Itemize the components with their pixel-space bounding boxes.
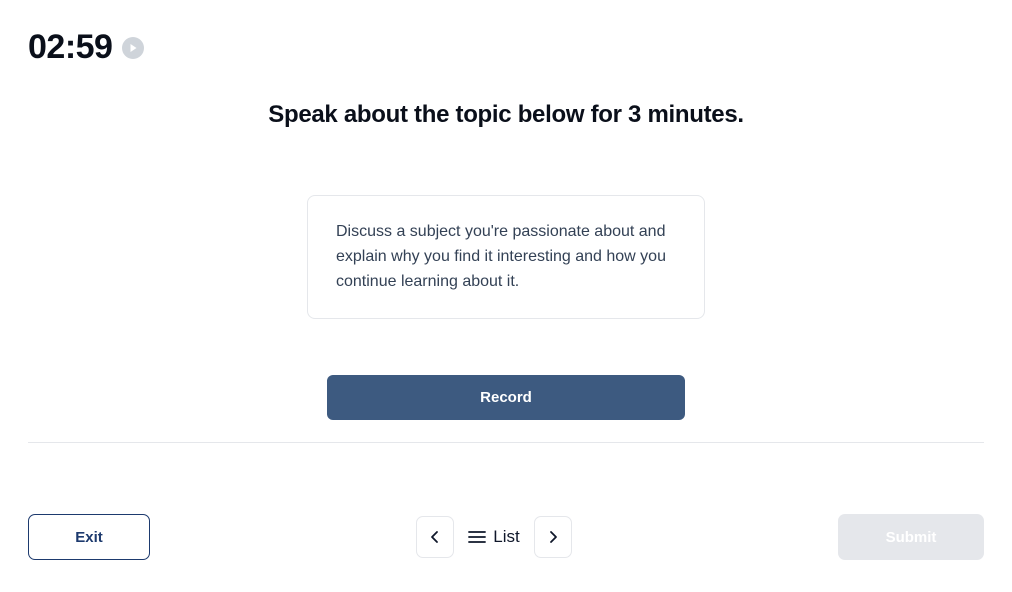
play-button[interactable] xyxy=(122,37,144,59)
instruction-heading: Speak about the topic below for 3 minute… xyxy=(0,101,1012,129)
nav-group: List xyxy=(416,516,571,558)
submit-button[interactable]: Submit xyxy=(838,514,984,560)
list-button[interactable]: List xyxy=(464,527,523,547)
record-button[interactable]: Record xyxy=(327,375,685,420)
prompt-text: Discuss a subject you're passionate abou… xyxy=(336,223,666,290)
list-label: List xyxy=(493,527,519,547)
chevron-right-icon xyxy=(545,529,561,545)
divider xyxy=(28,442,984,443)
play-icon xyxy=(128,43,138,53)
footer: Exit List Submit xyxy=(0,482,1012,592)
timer-display: 02:59 xyxy=(28,28,112,67)
prompt-card: Discuss a subject you're passionate abou… xyxy=(307,195,705,319)
exit-button[interactable]: Exit xyxy=(28,514,150,560)
next-button[interactable] xyxy=(534,516,572,558)
prev-button[interactable] xyxy=(416,516,454,558)
chevron-left-icon xyxy=(427,529,443,545)
list-icon xyxy=(468,530,486,544)
